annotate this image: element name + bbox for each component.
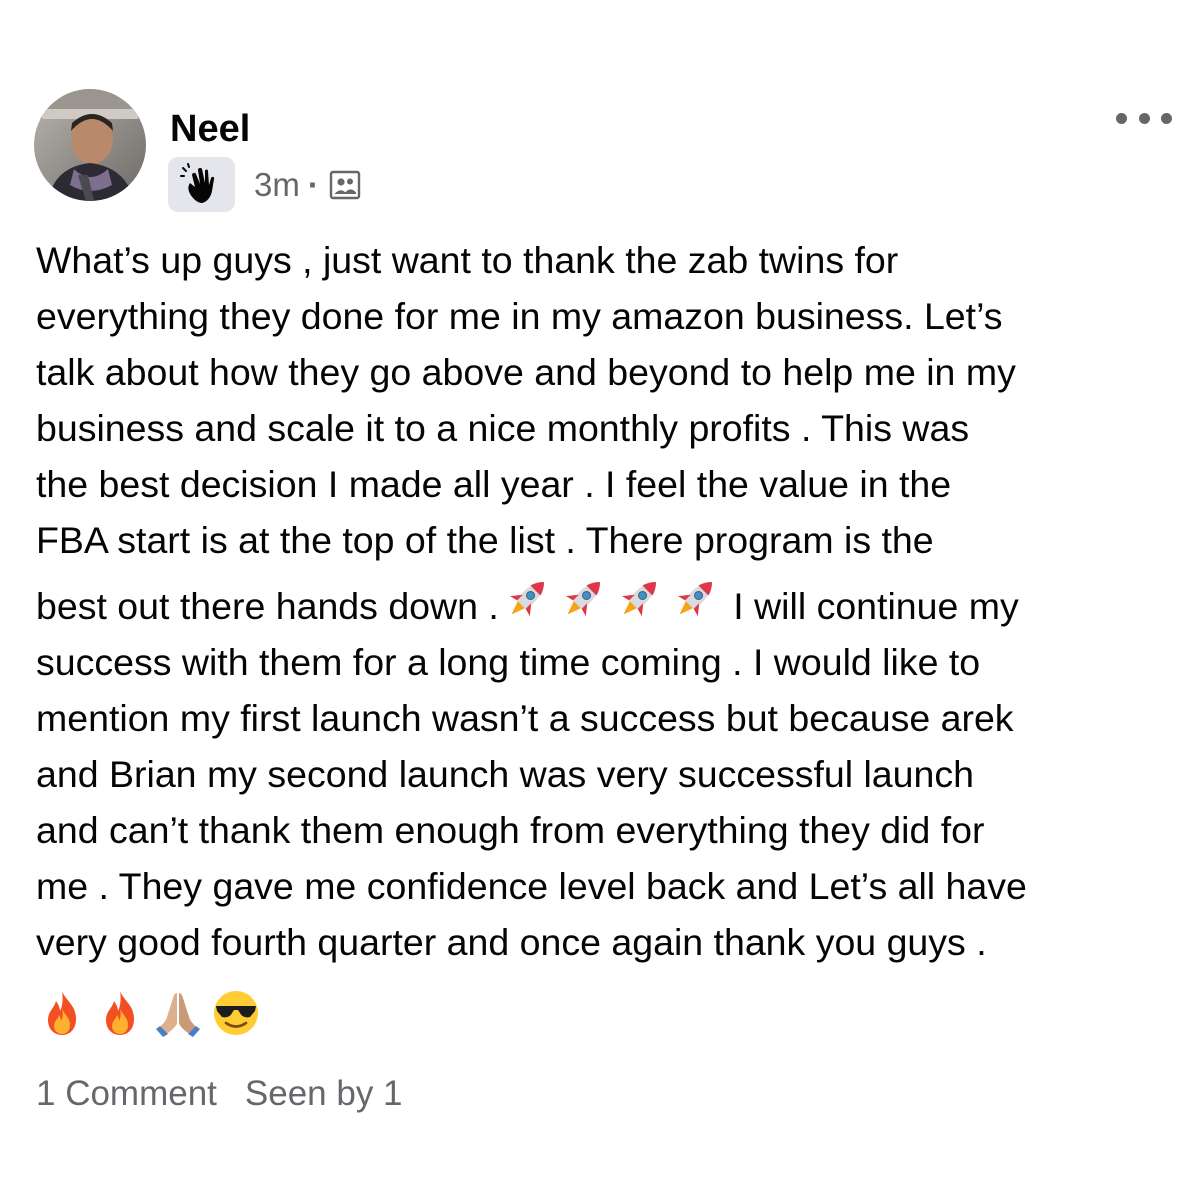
post-timestamp[interactable]: 3m [254, 166, 300, 204]
post-line: success with them for a long time coming… [36, 641, 981, 683]
rocket-emoji [667, 568, 723, 644]
post-line: and Brian my second launch was very succ… [36, 753, 974, 795]
post-line: very good fourth quarter and once again … [36, 921, 987, 963]
new-member-badge[interactable] [168, 157, 235, 212]
closing-emojis [36, 985, 262, 1041]
post-line: mention my first launch wasn’t a success… [36, 697, 1014, 739]
more-dot [1116, 112, 1127, 124]
rocket-emoji [555, 568, 611, 644]
rocket-emoji [611, 568, 667, 644]
avatar[interactable] [34, 89, 146, 201]
post-line: and can’t thank them enough from everyth… [36, 809, 985, 851]
folded-hands-emoji [156, 993, 200, 1037]
group-post: Neel 3m · What’s up guys , just want to … [0, 0, 1200, 1200]
members-group-icon[interactable] [329, 169, 361, 201]
post-line: everything they done for me in my amazon… [36, 295, 1003, 337]
post-line: the best decision I made all year . I fe… [36, 463, 952, 505]
waving-hand-icon [179, 162, 214, 203]
more-dot [1138, 112, 1150, 124]
more-dot [1161, 112, 1172, 124]
post-line: business and scale it to a nice monthly … [36, 407, 970, 449]
post-body: What’s up guys , just want to thank the … [36, 232, 1176, 970]
post-line: FBA start is at the top of the list . Th… [36, 519, 934, 561]
post-text-segment: I will continue my [722, 585, 1019, 627]
fire-emoji [48, 991, 76, 1035]
post-line-rockets: best out there hands down . I will conti… [36, 568, 1176, 634]
post-text-segment: best out there hands down . [36, 585, 499, 627]
post-line: me . They gave me confidence level back … [36, 865, 1027, 907]
author-name[interactable]: Neel [170, 106, 250, 152]
fire-emoji [106, 991, 134, 1035]
post-footer: 1 Comment Seen by 1 [36, 1074, 403, 1114]
post-line: talk about how they go above and beyond … [36, 351, 1016, 393]
more-options-icon[interactable] [1116, 104, 1172, 132]
meta-separator: · [307, 166, 319, 203]
post-meta: 3m · [254, 163, 361, 207]
comments-count-link[interactable]: 1 Comment [36, 1074, 217, 1114]
avatar-photo [34, 89, 146, 201]
sunglasses-face-emoji [214, 991, 258, 1035]
rocket-emoji [499, 568, 555, 644]
post-line: What’s up guys , just want to thank the … [36, 239, 899, 281]
seen-by-link[interactable]: Seen by 1 [245, 1074, 403, 1114]
